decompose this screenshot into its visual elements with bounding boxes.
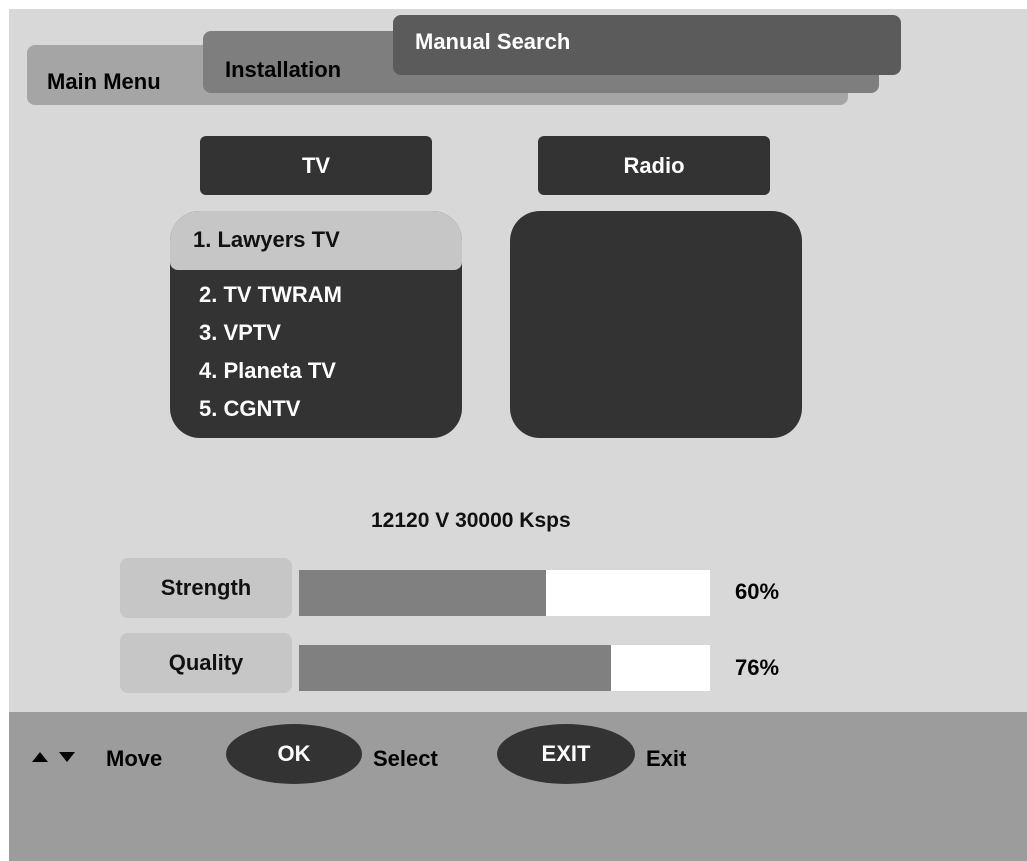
channel-label: 3. VPTV (199, 320, 281, 345)
select-label: Select (373, 746, 438, 771)
channel-item[interactable]: 2. TV TWRAM (170, 279, 462, 309)
strength-label: Strength (120, 558, 292, 618)
quality-bar-fill (299, 645, 612, 691)
radio-category-button[interactable]: Radio (538, 136, 770, 195)
quality-label: Quality (120, 633, 292, 693)
exit-button[interactable]: EXIT (497, 724, 635, 784)
radio-channel-list[interactable] (510, 211, 802, 438)
tab-installation-label: Installation (225, 57, 342, 82)
channel-item[interactable]: 3. VPTV (170, 317, 462, 347)
exit-label: Exit (646, 746, 687, 771)
strength-bar-fill (299, 570, 546, 616)
tab-manual-search[interactable]: Manual Search (393, 15, 901, 75)
channel-item[interactable]: 5. CGNTV (170, 393, 462, 423)
move-label: Move (106, 746, 163, 771)
channel-label: 4. Planeta TV (199, 358, 336, 383)
ok-button[interactable]: OK (226, 724, 362, 784)
strength-percent: 60% (735, 579, 780, 604)
manual-search-screen: Main Menu Installation Manual Search TV … (9, 9, 1027, 861)
footer-help-bar: Move OK Select EXIT Exit (9, 712, 1027, 861)
strength-bar (299, 570, 710, 616)
channel-item[interactable]: 4. Planeta TV (170, 355, 462, 385)
quality-bar (299, 645, 710, 691)
arrow-down-icon (59, 752, 75, 762)
channel-item-selected[interactable]: 1. Lawyers TV (170, 211, 462, 270)
channel-label: 2. TV TWRAM (199, 282, 342, 307)
tab-main-menu-label: Main Menu (47, 69, 161, 94)
tab-manual-search-label: Manual Search (415, 29, 571, 54)
tv-category-button[interactable]: TV (200, 136, 432, 195)
arrow-up-icon (32, 752, 48, 762)
quality-percent: 76% (735, 655, 780, 680)
channel-label: 1. Lawyers TV (193, 227, 340, 252)
tv-channel-list[interactable]: 1. Lawyers TV 2. TV TWRAM 3. VPTV 4. Pla… (170, 211, 462, 438)
channel-label: 5. CGNTV (199, 396, 301, 421)
transponder-info: 12120 V 30000 Ksps (371, 509, 571, 532)
